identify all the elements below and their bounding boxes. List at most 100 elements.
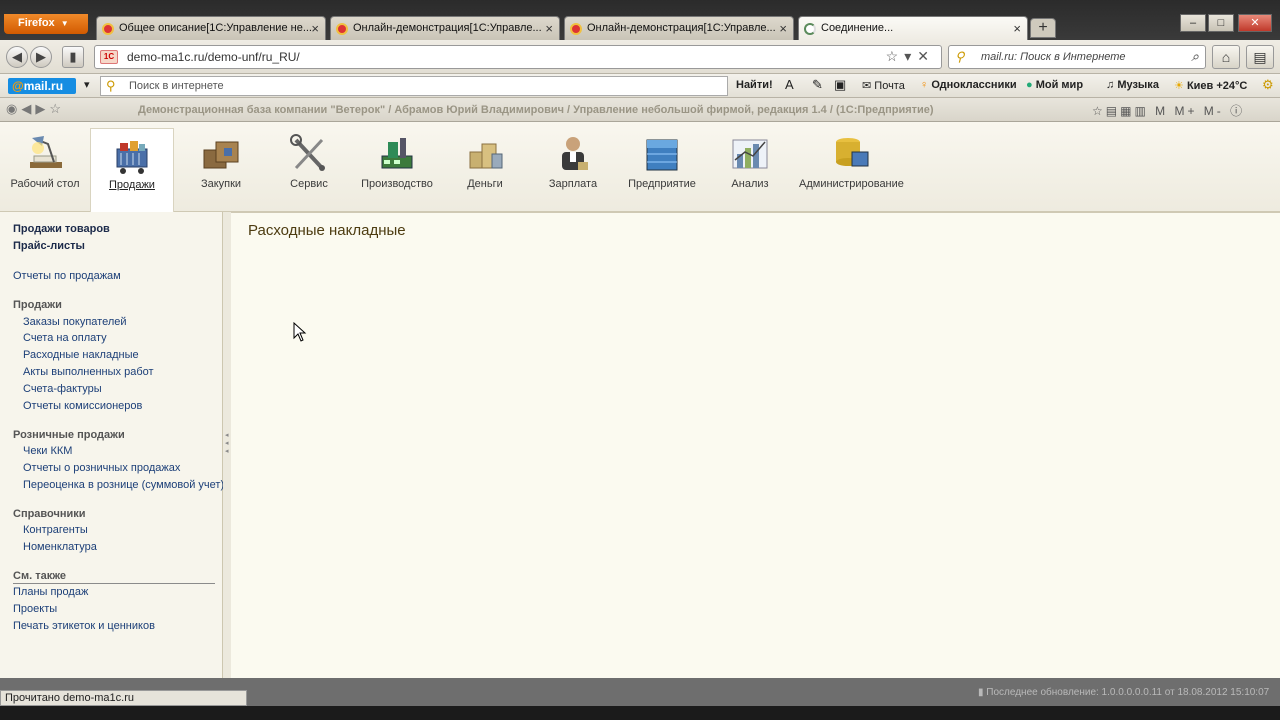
section-label: Производство [361,178,433,190]
browser-menu-button[interactable]: ▤ [1246,45,1274,69]
search-input[interactable]: ⚲ mail.ru: Поиск в Интернете ⌕ [948,45,1206,69]
tab-label: Онлайн-демонстрация[1С:Управле... [353,22,542,34]
music-link[interactable]: ♫ Музыка [1106,79,1159,91]
back-arrow-icon[interactable]: ◀ [21,101,35,116]
section-purchases[interactable]: Закупки [179,128,263,208]
loading-spinner-icon [804,23,816,35]
nav-retail-revaluation[interactable]: Переоценка в рознице (суммовой учет) [23,479,224,491]
home-button[interactable]: ⌂ [1212,45,1240,69]
browser-tab[interactable]: Онлайн-демонстрация[1С:Управле... × [564,16,794,40]
weather-widget[interactable]: ☀ Киев +24°C [1174,79,1247,92]
site-favicon-icon [336,23,348,35]
nav-print-labels[interactable]: Печать этикеток и ценников [13,620,155,632]
mailru-logo[interactable]: @mail.ru [8,78,76,94]
nav-sales-plans[interactable]: Планы продаж [13,586,88,598]
memory-buttons[interactable]: M M+ M- [1155,104,1224,118]
close-window-button[interactable]: ✕ [1238,14,1272,32]
forward-button[interactable]: ▶ [30,46,52,68]
search-icon: ⚲ [106,78,116,93]
section-label: Предприятие [628,178,696,190]
nav-sales-reports[interactable]: Отчеты по продажам [13,270,121,282]
section-service[interactable]: Сервис [267,128,351,208]
bottom-strip [0,706,1280,720]
info-icon[interactable]: ⓘ [1230,104,1245,118]
section-sales[interactable]: Продажи [90,128,174,212]
gear-icon[interactable]: ⚙ [1262,77,1274,93]
nav-commission-reports[interactable]: Отчеты комиссионеров [23,400,142,412]
mail-link[interactable]: ✉ Почта [862,79,905,92]
star-icon[interactable]: ☆ [49,101,65,116]
section-enterprise[interactable]: Предприятие [620,128,704,208]
browser-navigation-bar: ◀ ▶ ▮ 1С demo-ma1c.ru/demo-unf/ru_RU/ ☆▾… [0,40,1280,74]
bookmark-star-icon[interactable]: ☆ [886,48,905,64]
mouse-cursor-icon [293,322,307,342]
browser-tab[interactable]: Общее описание[1С:Управление не... × [96,16,326,40]
section-salary[interactable]: Зарплата [531,128,615,208]
site-identity-icon[interactable]: 1С [100,50,118,64]
nav-projects[interactable]: Проекты [13,603,57,615]
tab-close-icon[interactable]: × [545,21,553,36]
browser-tab[interactable]: Онлайн-демонстрация[1С:Управле... × [330,16,560,40]
nav-sales-goods[interactable]: Продажи товаров [13,223,110,235]
search-go-icon[interactable]: ⌕ [1191,48,1199,65]
calculator-icon[interactable]: ▦ [1120,104,1134,118]
find-button[interactable]: Найти! [736,79,773,91]
purchase-boxes-icon [203,141,239,169]
address-bar[interactable]: 1С demo-ma1c.ru/demo-unf/ru_RU/ ☆▾✕ [94,45,942,69]
app-logo-icon[interactable]: ◉ [6,101,21,116]
nav-customer-orders[interactable]: Заказы покупателей [23,316,127,328]
section-production[interactable]: Производство [355,128,439,208]
sun-icon: ☀ [1174,80,1184,92]
nav-price-lists[interactable]: Прайс-листы [13,240,85,252]
maximize-window-button[interactable]: □ [1208,14,1234,32]
tab-close-icon[interactable]: × [311,21,319,36]
bar-chart-button[interactable]: ▮ [62,46,84,68]
odnoklassniki-link[interactable]: ♀ Одноклассники [920,79,1017,91]
site-favicon-icon [102,23,114,35]
minimize-window-button[interactable]: – [1180,14,1206,32]
nav-invoices-for-payment[interactable]: Счета на оплату [23,332,107,344]
nav-tax-invoices[interactable]: Счета-фактуры [23,383,102,395]
nav-sales-invoices[interactable]: Расходные накладные [23,349,139,361]
stop-icon[interactable]: ✕ [917,48,935,64]
section-analysis[interactable]: Анализ [708,128,792,208]
search-placeholder: mail.ru: Поиск в Интернете [981,51,1126,63]
nav-kkm-receipts[interactable]: Чеки ККМ [23,445,72,457]
tab-close-icon[interactable]: × [779,21,787,36]
nav-counterparties[interactable]: Контрагенты [23,524,88,536]
new-tab-button[interactable]: + [1030,18,1056,38]
panel-splitter[interactable]: ◂ ◂ ◂ [223,212,231,678]
section-desktop[interactable]: Рабочий стол [3,128,87,208]
history-dropdown-icon[interactable]: ▾ [904,48,917,64]
analysis-chart-icon [732,139,768,169]
nav-nomenclature[interactable]: Номенклатура [23,541,97,553]
page-icon[interactable]: ▣ [834,77,846,93]
firefox-menu-button[interactable]: Firefox ▼ [4,14,88,34]
forward-arrow-icon[interactable]: ▶ [35,101,49,116]
browser-tab-active[interactable]: Соединение... × [798,16,1028,40]
nav-retail-reports[interactable]: Отчеты о розничных продажах [23,462,180,474]
calendar-icon[interactable]: ▥ [1134,104,1148,118]
highlight-pen-icon[interactable]: ✎ [812,77,823,93]
tab-close-icon[interactable]: × [1013,21,1021,36]
section-label: Администрирование [799,178,904,190]
section-administration[interactable]: Администрирование [799,128,904,208]
font-size-icon[interactable]: A [785,77,794,92]
plus-icon: + [1038,19,1048,36]
tab-label: Общее описание[1С:Управление не... [119,22,312,34]
section-label: Рабочий стол [10,178,80,190]
back-button[interactable]: ◀ [6,46,28,68]
section-label: Анализ [731,178,769,190]
print-icon[interactable]: ▤ [1106,104,1120,118]
chevron-down-icon[interactable]: ▾ [84,78,90,91]
my-world-link[interactable]: ● Мой мир [1026,79,1083,91]
section-money[interactable]: Деньги [443,128,527,208]
mailru-search-input[interactable]: ⚲ Поиск в интернете [100,76,728,96]
mailru-search-icon[interactable]: ⚲ [955,49,965,65]
enterprise-building-icon [646,139,678,171]
status-update-info: ▮ Последнее обновление: 1.0.0.0.0.0.11 о… [978,687,1270,698]
nav-work-acts[interactable]: Акты выполненных работ [23,366,154,378]
chevron-down-icon: ▼ [60,19,69,28]
favorites-icon[interactable]: ☆ [1092,104,1106,118]
navigation-panel: Продажи товаров Прайс-листы Отчеты по пр… [0,212,224,678]
